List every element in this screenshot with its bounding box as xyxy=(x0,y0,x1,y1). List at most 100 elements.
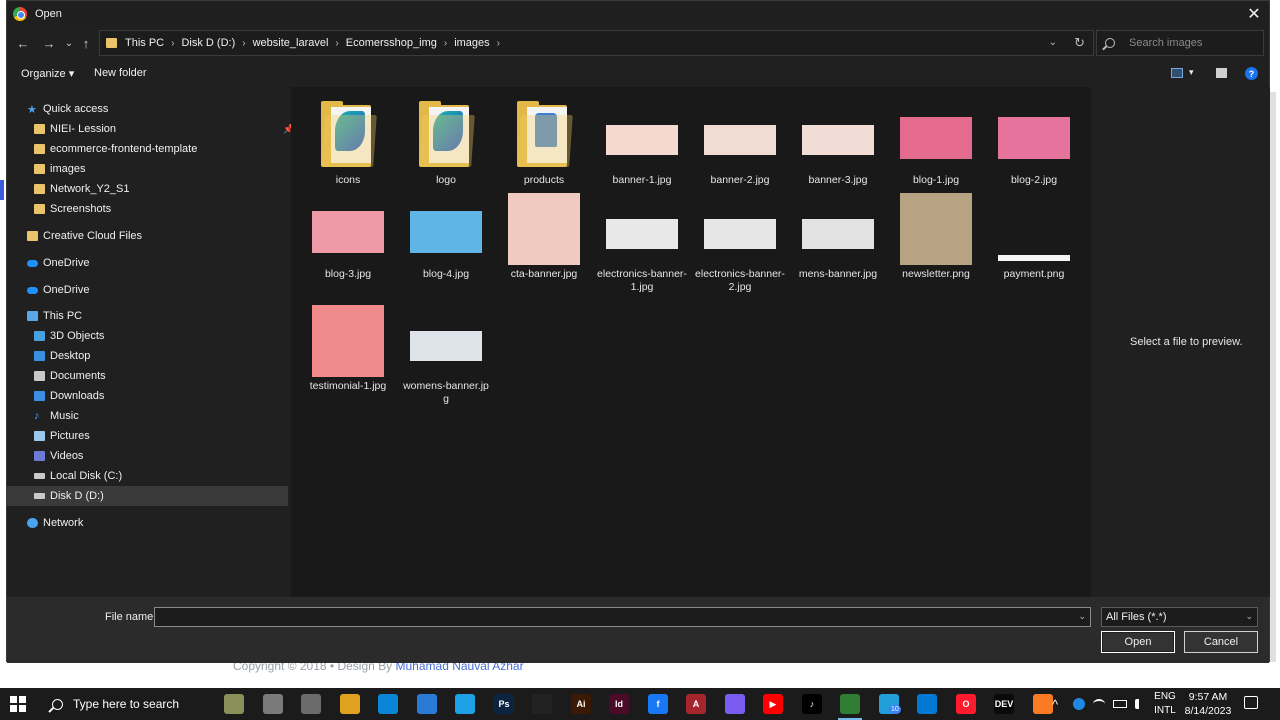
file-item[interactable]: mens-banner.jpg xyxy=(793,193,883,281)
file-item[interactable]: payment.png xyxy=(989,193,1079,281)
windows-start-button[interactable] xyxy=(10,696,26,712)
chevron-down-icon[interactable]: ⌄ xyxy=(1078,611,1086,622)
sidebar-item-label: Quick access xyxy=(43,103,109,115)
taskbar-app-icon[interactable]: A xyxy=(686,694,706,714)
sidebar-item-ecommerce-frontend-template[interactable]: ecommerce-frontend-template xyxy=(34,139,197,159)
taskbar-search[interactable]: Type here to search xyxy=(40,688,220,720)
forward-button[interactable]: → xyxy=(39,33,59,53)
chevron-right-icon[interactable]: › xyxy=(444,38,447,49)
file-item[interactable]: womens-banner.jpg xyxy=(401,305,491,406)
file-item[interactable]: blog-3.jpg xyxy=(303,193,393,281)
file-item[interactable]: icons xyxy=(303,99,393,187)
file-item[interactable]: testimonial-1.jpg xyxy=(303,305,393,393)
sidebar-item-downloads[interactable]: Downloads xyxy=(34,386,104,406)
file-item[interactable]: blog-2.jpg xyxy=(989,99,1079,187)
sidebar-item-onedrive-2[interactable]: OneDrive xyxy=(27,280,89,300)
new-folder-button[interactable]: New folder xyxy=(94,67,147,79)
sidebar-item-videos[interactable]: Videos xyxy=(34,446,83,466)
search-input[interactable] xyxy=(1129,37,1259,49)
sidebar-item-3d-objects[interactable]: 3D Objects xyxy=(34,326,104,346)
chevron-right-icon[interactable]: › xyxy=(171,38,174,49)
language-indicator[interactable]: ENG INTL xyxy=(1150,690,1180,718)
taskbar-app-icon[interactable] xyxy=(301,694,321,714)
file-item[interactable]: blog-1.jpg xyxy=(891,99,981,187)
breadcrumb-images[interactable]: images xyxy=(454,37,489,49)
view-dropdown-button[interactable]: ▾ xyxy=(1189,67,1194,78)
file-item[interactable]: newsletter.png xyxy=(891,193,981,281)
sidebar-item-pictures[interactable]: Pictures xyxy=(34,426,90,446)
taskbar-app-icon[interactable] xyxy=(224,694,244,714)
taskbar-app-icon[interactable]: DEV xyxy=(994,694,1014,714)
sidebar-item-music[interactable]: ♪ Music xyxy=(34,406,79,426)
tray-overflow-button[interactable]: ^ xyxy=(1052,688,1058,720)
file-item[interactable]: banner-2.jpg xyxy=(695,99,785,187)
taskbar-app-icon[interactable]: Id xyxy=(609,694,629,714)
file-item[interactable]: banner-1.jpg xyxy=(597,99,687,187)
address-history-dropdown[interactable]: ⌄ xyxy=(1049,37,1057,48)
breadcrumb-this-pc[interactable]: This PC xyxy=(125,37,164,49)
cancel-button[interactable]: Cancel xyxy=(1184,631,1258,653)
address-bar[interactable]: This PC › Disk D (D:) › website_laravel … xyxy=(99,30,1094,56)
up-button[interactable]: ↑ xyxy=(76,33,96,53)
notification-icon[interactable] xyxy=(1244,696,1258,709)
taskbar-app-icon[interactable]: ♪ xyxy=(802,694,822,714)
taskbar-app-icon[interactable]: O xyxy=(956,694,976,714)
open-button[interactable]: Open xyxy=(1101,631,1175,653)
file-item[interactable]: logo xyxy=(401,99,491,187)
keyboard-layout: INTL xyxy=(1154,705,1176,716)
sidebar-item-this-pc[interactable]: This PC xyxy=(27,306,82,326)
taskbar-app-icon[interactable] xyxy=(378,694,398,714)
breadcrumb-website-laravel[interactable]: website_laravel xyxy=(253,37,329,49)
sidebar-item-quick-access[interactable]: ★ Quick access xyxy=(27,99,108,119)
file-item[interactable]: products xyxy=(499,99,589,187)
file-item[interactable]: cta-banner.jpg xyxy=(499,193,589,281)
close-button[interactable]: ✕ xyxy=(1239,1,1269,27)
taskbar-app-icon[interactable] xyxy=(917,694,937,714)
clock[interactable]: 9:57 AM 8/14/2023 xyxy=(1183,690,1233,718)
sidebar-item-images[interactable]: images xyxy=(34,159,85,179)
sidebar-item-niei-lession[interactable]: NIEI- Lession xyxy=(34,119,116,139)
taskbar-app-icon[interactable] xyxy=(455,694,475,714)
file-item[interactable]: banner-3.jpg xyxy=(793,99,883,187)
sidebar-item-creative-cloud[interactable]: Creative Cloud Files xyxy=(27,226,142,246)
sidebar-item-network[interactable]: Network xyxy=(27,513,83,533)
folder-icon xyxy=(106,38,117,48)
taskbar-app-icon[interactable] xyxy=(417,694,437,714)
file-name-input[interactable] xyxy=(155,608,1090,626)
preview-pane-button[interactable] xyxy=(1216,68,1227,78)
sidebar-item-screenshots[interactable]: Screenshots xyxy=(34,199,111,219)
help-button[interactable]: ? xyxy=(1245,67,1258,80)
file-item[interactable]: blog-4.jpg xyxy=(401,193,491,281)
breadcrumb-ecomersshop-img[interactable]: Ecomersshop_img xyxy=(346,37,437,49)
taskbar-app-icon[interactable] xyxy=(340,694,360,714)
tray-icons[interactable] xyxy=(1073,688,1145,720)
change-view-button[interactable] xyxy=(1171,68,1183,78)
file-name-field[interactable]: ⌄ xyxy=(154,607,1091,627)
file-type-select[interactable]: All Files (*.*) ⌄ xyxy=(1101,607,1258,627)
taskbar-app-icon[interactable]: Ps xyxy=(494,694,514,714)
search-box[interactable] xyxy=(1096,30,1264,56)
taskbar-app-icon[interactable]: f xyxy=(648,694,668,714)
chevron-right-icon[interactable]: › xyxy=(497,38,500,49)
refresh-icon[interactable]: ↻ xyxy=(1074,35,1085,51)
sidebar-item-desktop[interactable]: Desktop xyxy=(34,346,90,366)
taskbar-app-icon[interactable] xyxy=(532,694,552,714)
organize-button[interactable]: Organize ▾ xyxy=(21,67,74,80)
taskbar-app-icon[interactable] xyxy=(838,694,862,720)
file-item[interactable]: electronics-banner-2.jpg xyxy=(695,193,785,294)
taskbar-app-icon[interactable] xyxy=(263,694,283,714)
sidebar-item-disk-d[interactable]: Disk D (D:) xyxy=(7,486,288,506)
taskbar-app-icon[interactable]: ▶ xyxy=(763,694,783,714)
sidebar-item-documents[interactable]: Documents xyxy=(34,366,106,386)
file-item[interactable]: electronics-banner-1.jpg xyxy=(597,193,687,294)
sidebar-item-local-disk-c[interactable]: Local Disk (C:) xyxy=(34,466,122,486)
chevron-right-icon[interactable]: › xyxy=(242,38,245,49)
sidebar-item-network-y2-s1[interactable]: Network_Y2_S1 xyxy=(34,179,130,199)
taskbar-app-icon[interactable] xyxy=(1033,694,1053,714)
taskbar-app-icon[interactable] xyxy=(725,694,745,714)
sidebar-item-onedrive-1[interactable]: OneDrive xyxy=(27,253,89,273)
taskbar-app-icon[interactable]: Ai xyxy=(571,694,591,714)
chevron-right-icon[interactable]: › xyxy=(335,38,338,49)
breadcrumb-disk-d[interactable]: Disk D (D:) xyxy=(181,37,235,49)
back-button[interactable]: ← xyxy=(13,33,33,53)
